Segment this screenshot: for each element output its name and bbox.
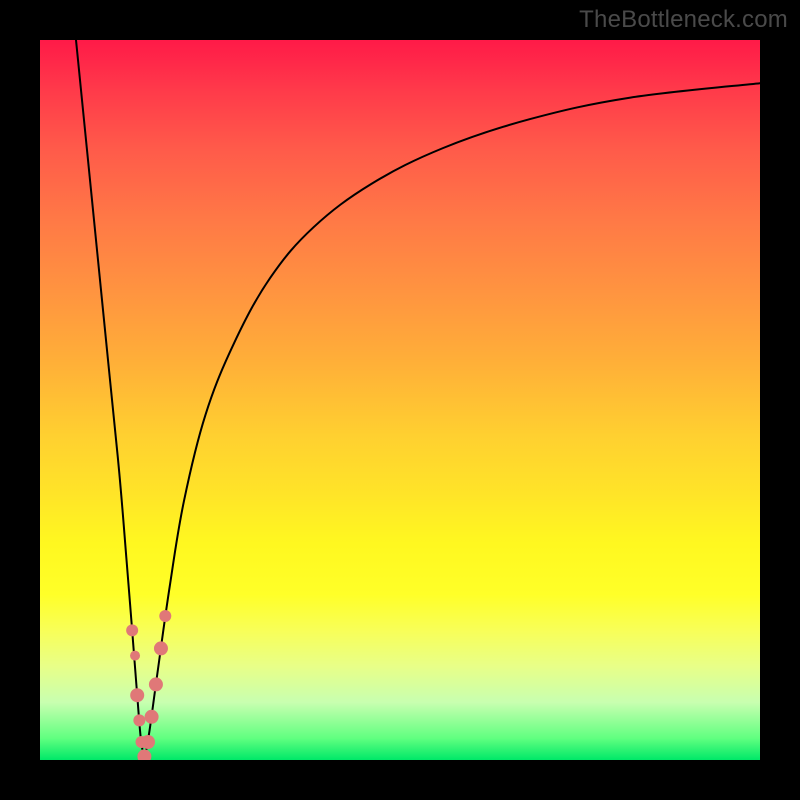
data-marker — [126, 624, 138, 636]
data-marker — [141, 735, 155, 749]
data-marker — [130, 688, 144, 702]
data-marker — [145, 710, 159, 724]
data-marker — [154, 641, 168, 655]
watermark-text: TheBottleneck.com — [579, 6, 788, 34]
chart-frame: TheBottleneck.com — [0, 0, 800, 800]
data-marker — [130, 651, 140, 661]
data-marker — [159, 610, 171, 622]
plot-area — [40, 40, 760, 760]
data-marker — [133, 714, 145, 726]
marker-group — [126, 610, 171, 760]
curve-layer — [40, 40, 760, 760]
data-marker — [137, 749, 151, 760]
curve-right-branch — [144, 83, 760, 760]
data-marker — [149, 677, 163, 691]
curve-group — [76, 40, 760, 760]
